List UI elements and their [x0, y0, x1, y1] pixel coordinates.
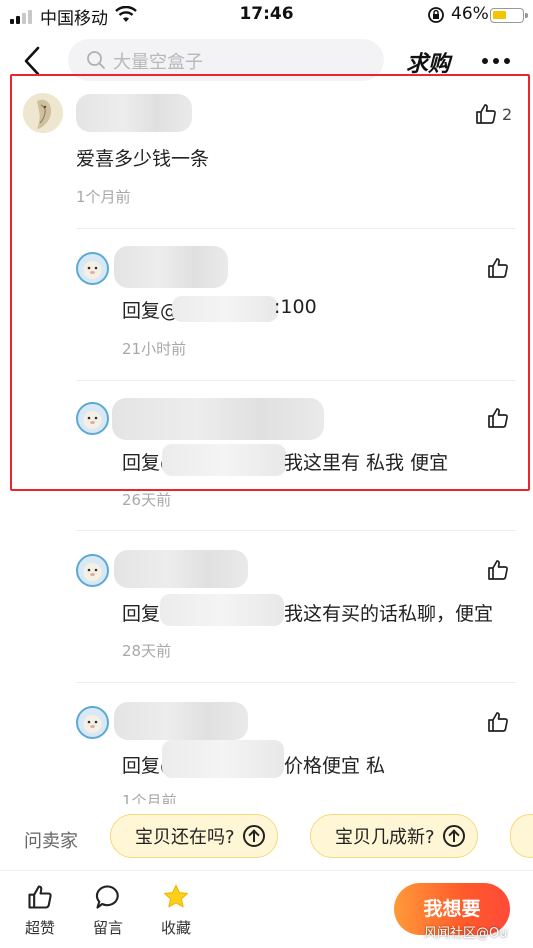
quick-question-chip[interactable]: [510, 814, 533, 858]
arrow-up-icon: [442, 825, 465, 847]
like-button[interactable]: [486, 406, 510, 430]
page-title: 求购: [406, 52, 451, 77]
avatar[interactable]: [76, 252, 109, 285]
divider: [76, 530, 516, 531]
thumbs-up-icon: [476, 104, 496, 124]
message-label: 留言: [92, 919, 123, 937]
thumbs-up-icon: [488, 258, 508, 278]
reply-prefix: 回复@: [122, 300, 180, 322]
username-blurred: [114, 246, 228, 288]
reply-text: :100: [274, 296, 317, 318]
super-like-button[interactable]: 超赞: [15, 883, 65, 938]
thumbs-up-icon: [488, 712, 508, 732]
more-icon[interactable]: [482, 58, 510, 64]
thumbs-up-icon: [488, 560, 508, 580]
avatar[interactable]: [76, 402, 109, 435]
comment-time: 26天前: [122, 491, 172, 509]
battery-icon: [490, 8, 528, 23]
like-button[interactable]: [486, 558, 510, 582]
back-icon[interactable]: [18, 46, 48, 76]
star-icon: [163, 884, 189, 908]
like-count: 2: [502, 104, 513, 124]
reply-text: 我这里有 私我 便宜: [284, 452, 449, 474]
mention-blurred: [162, 740, 284, 778]
like-button[interactable]: [486, 256, 510, 280]
divider: [76, 380, 516, 381]
search-icon: [87, 51, 105, 69]
like-button[interactable]: [486, 710, 510, 734]
thumbs-up-icon: [28, 885, 52, 909]
avatar[interactable]: [76, 554, 109, 587]
super-like-label: 超赞: [24, 919, 55, 937]
thumbs-up-icon: [488, 408, 508, 428]
favorite-label: 收藏: [160, 919, 191, 937]
reply-text: 我这有买的话私聊，便宜: [284, 603, 494, 625]
comment-time: 21小时前: [122, 340, 187, 358]
rotation-lock-icon: [428, 7, 444, 23]
username-blurred: [76, 94, 192, 132]
divider: [76, 228, 516, 229]
mention-blurred: [162, 444, 286, 476]
quick-ask-bar: 问卖家 宝贝还在吗? 宝贝几成新?: [0, 804, 533, 870]
username-blurred: [114, 550, 248, 588]
ask-seller-label[interactable]: 问卖家: [24, 827, 78, 853]
favorite-button[interactable]: 收藏: [151, 883, 201, 938]
avatar[interactable]: [23, 93, 63, 133]
like-button[interactable]: 2: [474, 102, 512, 126]
chat-bubble-icon: [95, 885, 119, 909]
divider: [76, 682, 516, 683]
username-blurred: [114, 702, 248, 740]
message-button[interactable]: 留言: [83, 883, 133, 938]
quick-question-chip[interactable]: 宝贝几成新?: [310, 814, 478, 858]
quick-question-chip[interactable]: 宝贝还在吗?: [110, 814, 278, 858]
battery-percent: 46%: [451, 4, 489, 24]
search-input[interactable]: 大量空盒子: [68, 39, 384, 81]
nav-bar: 大量空盒子 求购: [0, 34, 533, 88]
comment-time: 28天前: [122, 642, 172, 660]
comment-time: 1个月前: [76, 188, 131, 206]
reply-text: 价格便宜 私: [284, 755, 386, 777]
search-placeholder: 大量空盒子: [113, 52, 203, 73]
comment-text: 爱喜多少钱一条: [76, 148, 210, 170]
chip-label: 宝贝还在吗?: [135, 827, 235, 848]
username-blurred: [112, 398, 324, 440]
avatar[interactable]: [76, 706, 109, 739]
status-bar: 中国移动 17:46 46%: [0, 0, 533, 30]
arrow-up-icon: [242, 825, 265, 847]
mention-blurred: [172, 296, 278, 322]
mention-blurred: [160, 594, 284, 626]
watermark: 风闻社区@Ou: [424, 926, 508, 941]
chip-label: 宝贝几成新?: [335, 827, 435, 848]
